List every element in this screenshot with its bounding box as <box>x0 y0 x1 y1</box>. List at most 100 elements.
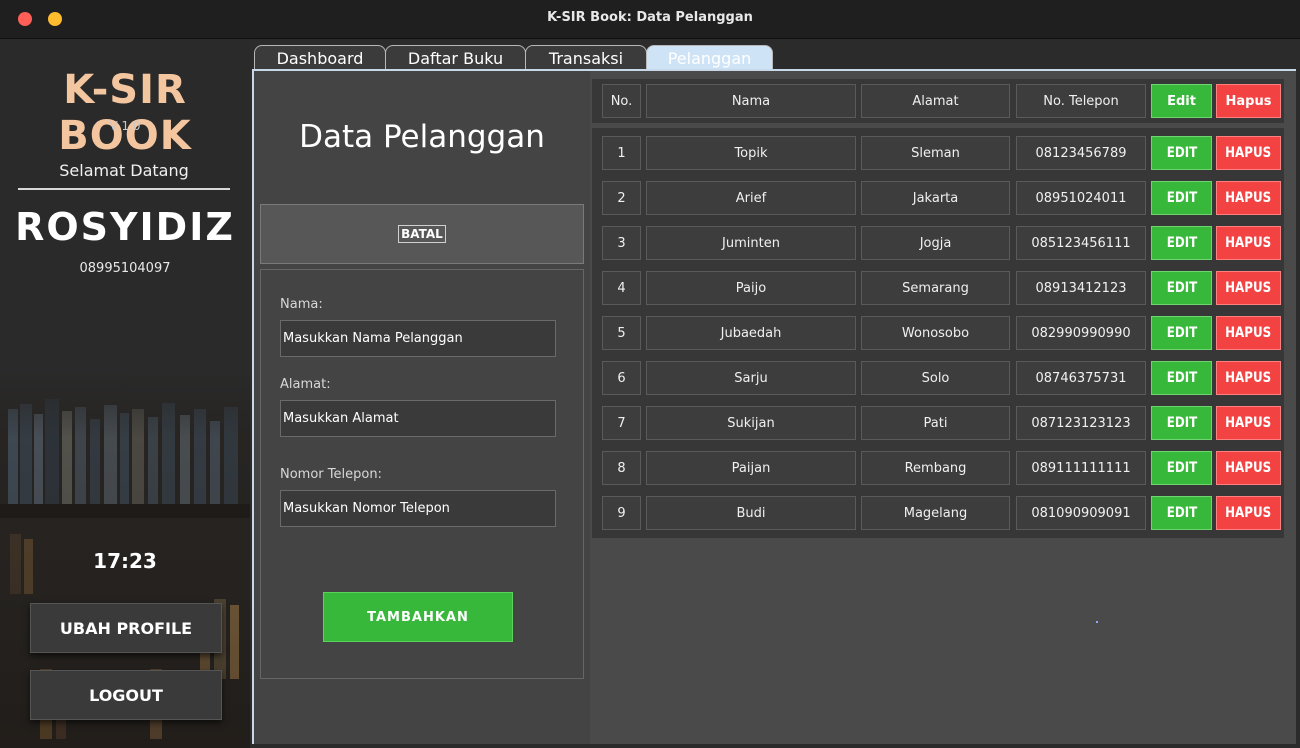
edit-row-label: EDIT <box>1166 505 1197 521</box>
customer-form: Nama: Alamat: Nomor Telepon: TAMBAHKAN <box>260 269 584 679</box>
header-telepon: No. Telepon <box>1016 84 1146 118</box>
user-phone: 08995104097 <box>79 261 171 276</box>
cell-nama: Arief <box>646 181 856 215</box>
cell-alamat: Wonosobo <box>861 316 1010 350</box>
loading-dot <box>1096 621 1098 623</box>
app-logo: K-SIR BOOK <box>58 67 192 159</box>
tab-transaksi[interactable]: Transaksi <box>525 45 647 70</box>
cell-nama: Paijo <box>646 271 856 305</box>
edit-row-label: EDIT <box>1166 370 1197 386</box>
delete-row-button[interactable]: HAPUS <box>1216 451 1281 485</box>
cell-no: 1 <box>602 136 641 170</box>
delete-row-button[interactable]: HAPUS <box>1216 496 1281 530</box>
edit-row-label: EDIT <box>1166 235 1197 251</box>
cell-telepon: 085123456111 <box>1016 226 1146 260</box>
alamat-label: Alamat: <box>280 377 331 392</box>
edit-profile-button[interactable]: UBAH PROFILE <box>30 603 222 653</box>
cell-no: 5 <box>602 316 641 350</box>
cell-no: 3 <box>602 226 641 260</box>
cell-alamat: Sleman <box>861 136 1010 170</box>
delete-row-label: HAPUS <box>1225 190 1272 206</box>
cell-nama: Budi <box>646 496 856 530</box>
cell-alamat: Solo <box>861 361 1010 395</box>
cell-telepon: 087123123123 <box>1016 406 1146 440</box>
delete-row-button[interactable]: HAPUS <box>1216 226 1281 260</box>
delete-row-button[interactable]: HAPUS <box>1216 406 1281 440</box>
cell-telepon: 081090909091 <box>1016 496 1146 530</box>
cell-alamat: Jakarta <box>861 181 1010 215</box>
cell-nama: Topik <box>646 136 856 170</box>
title-bar: K-SIR Book: Data Pelanggan <box>0 0 1300 39</box>
edit-row-button[interactable]: EDIT <box>1151 496 1212 530</box>
cell-no: 6 <box>602 361 641 395</box>
cell-nama: Jubaedah <box>646 316 856 350</box>
delete-row-label: HAPUS <box>1225 235 1272 251</box>
delete-row-button[interactable]: HAPUS <box>1216 136 1281 170</box>
table-body: 1 Topik Sleman 08123456789 EDIT HAPUS 2 Arief Ja… <box>592 128 1284 538</box>
delete-row-label: HAPUS <box>1225 280 1272 296</box>
cancel-area: BATAL <box>260 204 584 264</box>
cell-nama: Sukijan <box>646 406 856 440</box>
app-version: V 1.0 <box>109 119 141 133</box>
edit-row-label: EDIT <box>1166 460 1197 476</box>
cancel-button[interactable]: BATAL <box>398 225 446 243</box>
cell-no: 8 <box>602 451 641 485</box>
header-nama: Nama <box>646 84 856 118</box>
edit-row-button[interactable]: EDIT <box>1151 361 1212 395</box>
edit-row-label: EDIT <box>1166 325 1197 341</box>
logout-button[interactable]: LOGOUT <box>30 670 222 720</box>
cell-telepon: 08746375731 <box>1016 361 1146 395</box>
edit-row-button[interactable]: EDIT <box>1151 271 1212 305</box>
delete-row-label: HAPUS <box>1225 505 1272 521</box>
cell-no: 2 <box>602 181 641 215</box>
header-no: No. <box>602 84 641 118</box>
content-frame: Data Pelanggan BATAL Nama: Alamat: Nomor… <box>252 69 1296 744</box>
tab-daftar-buku[interactable]: Daftar Buku <box>385 45 526 70</box>
cell-no: 4 <box>602 271 641 305</box>
cell-alamat: Semarang <box>861 271 1010 305</box>
edit-row-button[interactable]: EDIT <box>1151 181 1212 215</box>
delete-row-label: HAPUS <box>1225 415 1272 431</box>
delete-row-button[interactable]: HAPUS <box>1216 181 1281 215</box>
customer-table: No. Nama Alamat No. Telepon Edit Hapus 1… <box>590 71 1296 744</box>
telepon-label: Nomor Telepon: <box>280 467 382 482</box>
cell-alamat: Rembang <box>861 451 1010 485</box>
edit-row-label: EDIT <box>1166 190 1197 206</box>
edit-row-label: EDIT <box>1166 280 1197 296</box>
cell-telepon: 08951024011 <box>1016 181 1146 215</box>
delete-row-button[interactable]: HAPUS <box>1216 271 1281 305</box>
username: ROSYIDIZ <box>15 205 235 249</box>
alamat-input[interactable] <box>280 400 556 437</box>
form-panel: Data Pelanggan BATAL Nama: Alamat: Nomor… <box>254 71 590 744</box>
cell-alamat: Magelang <box>861 496 1010 530</box>
cell-no: 7 <box>602 406 641 440</box>
cell-nama: Sarju <box>646 361 856 395</box>
table-header: No. Nama Alamat No. Telepon Edit Hapus <box>592 79 1284 123</box>
header-hapus: Hapus <box>1216 84 1281 118</box>
delete-row-label: HAPUS <box>1225 460 1272 476</box>
nama-input[interactable] <box>280 320 556 357</box>
edit-row-button[interactable]: EDIT <box>1151 226 1212 260</box>
edit-row-button[interactable]: EDIT <box>1151 316 1212 350</box>
nama-label: Nama: <box>280 297 323 312</box>
welcome-text: Selamat Datang <box>18 161 230 190</box>
tab-dashboard[interactable]: Dashboard <box>254 45 386 70</box>
cell-telepon: 082990990990 <box>1016 316 1146 350</box>
edit-row-button[interactable]: EDIT <box>1151 136 1212 170</box>
cell-telepon: 08123456789 <box>1016 136 1146 170</box>
delete-row-button[interactable]: HAPUS <box>1216 361 1281 395</box>
edit-row-label: EDIT <box>1166 145 1197 161</box>
page-title: Data Pelanggan <box>299 119 545 155</box>
add-customer-button[interactable]: TAMBAHKAN <box>323 592 513 642</box>
telepon-input[interactable] <box>280 490 556 527</box>
edit-row-button[interactable]: EDIT <box>1151 451 1212 485</box>
cell-nama: Juminten <box>646 226 856 260</box>
cell-alamat: Pati <box>861 406 1010 440</box>
header-alamat: Alamat <box>861 84 1010 118</box>
delete-row-label: HAPUS <box>1225 145 1272 161</box>
tab-pelanggan[interactable]: Pelanggan <box>646 45 773 70</box>
cell-nama: Paijan <box>646 451 856 485</box>
delete-row-button[interactable]: HAPUS <box>1216 316 1281 350</box>
edit-row-label: EDIT <box>1166 415 1197 431</box>
edit-row-button[interactable]: EDIT <box>1151 406 1212 440</box>
